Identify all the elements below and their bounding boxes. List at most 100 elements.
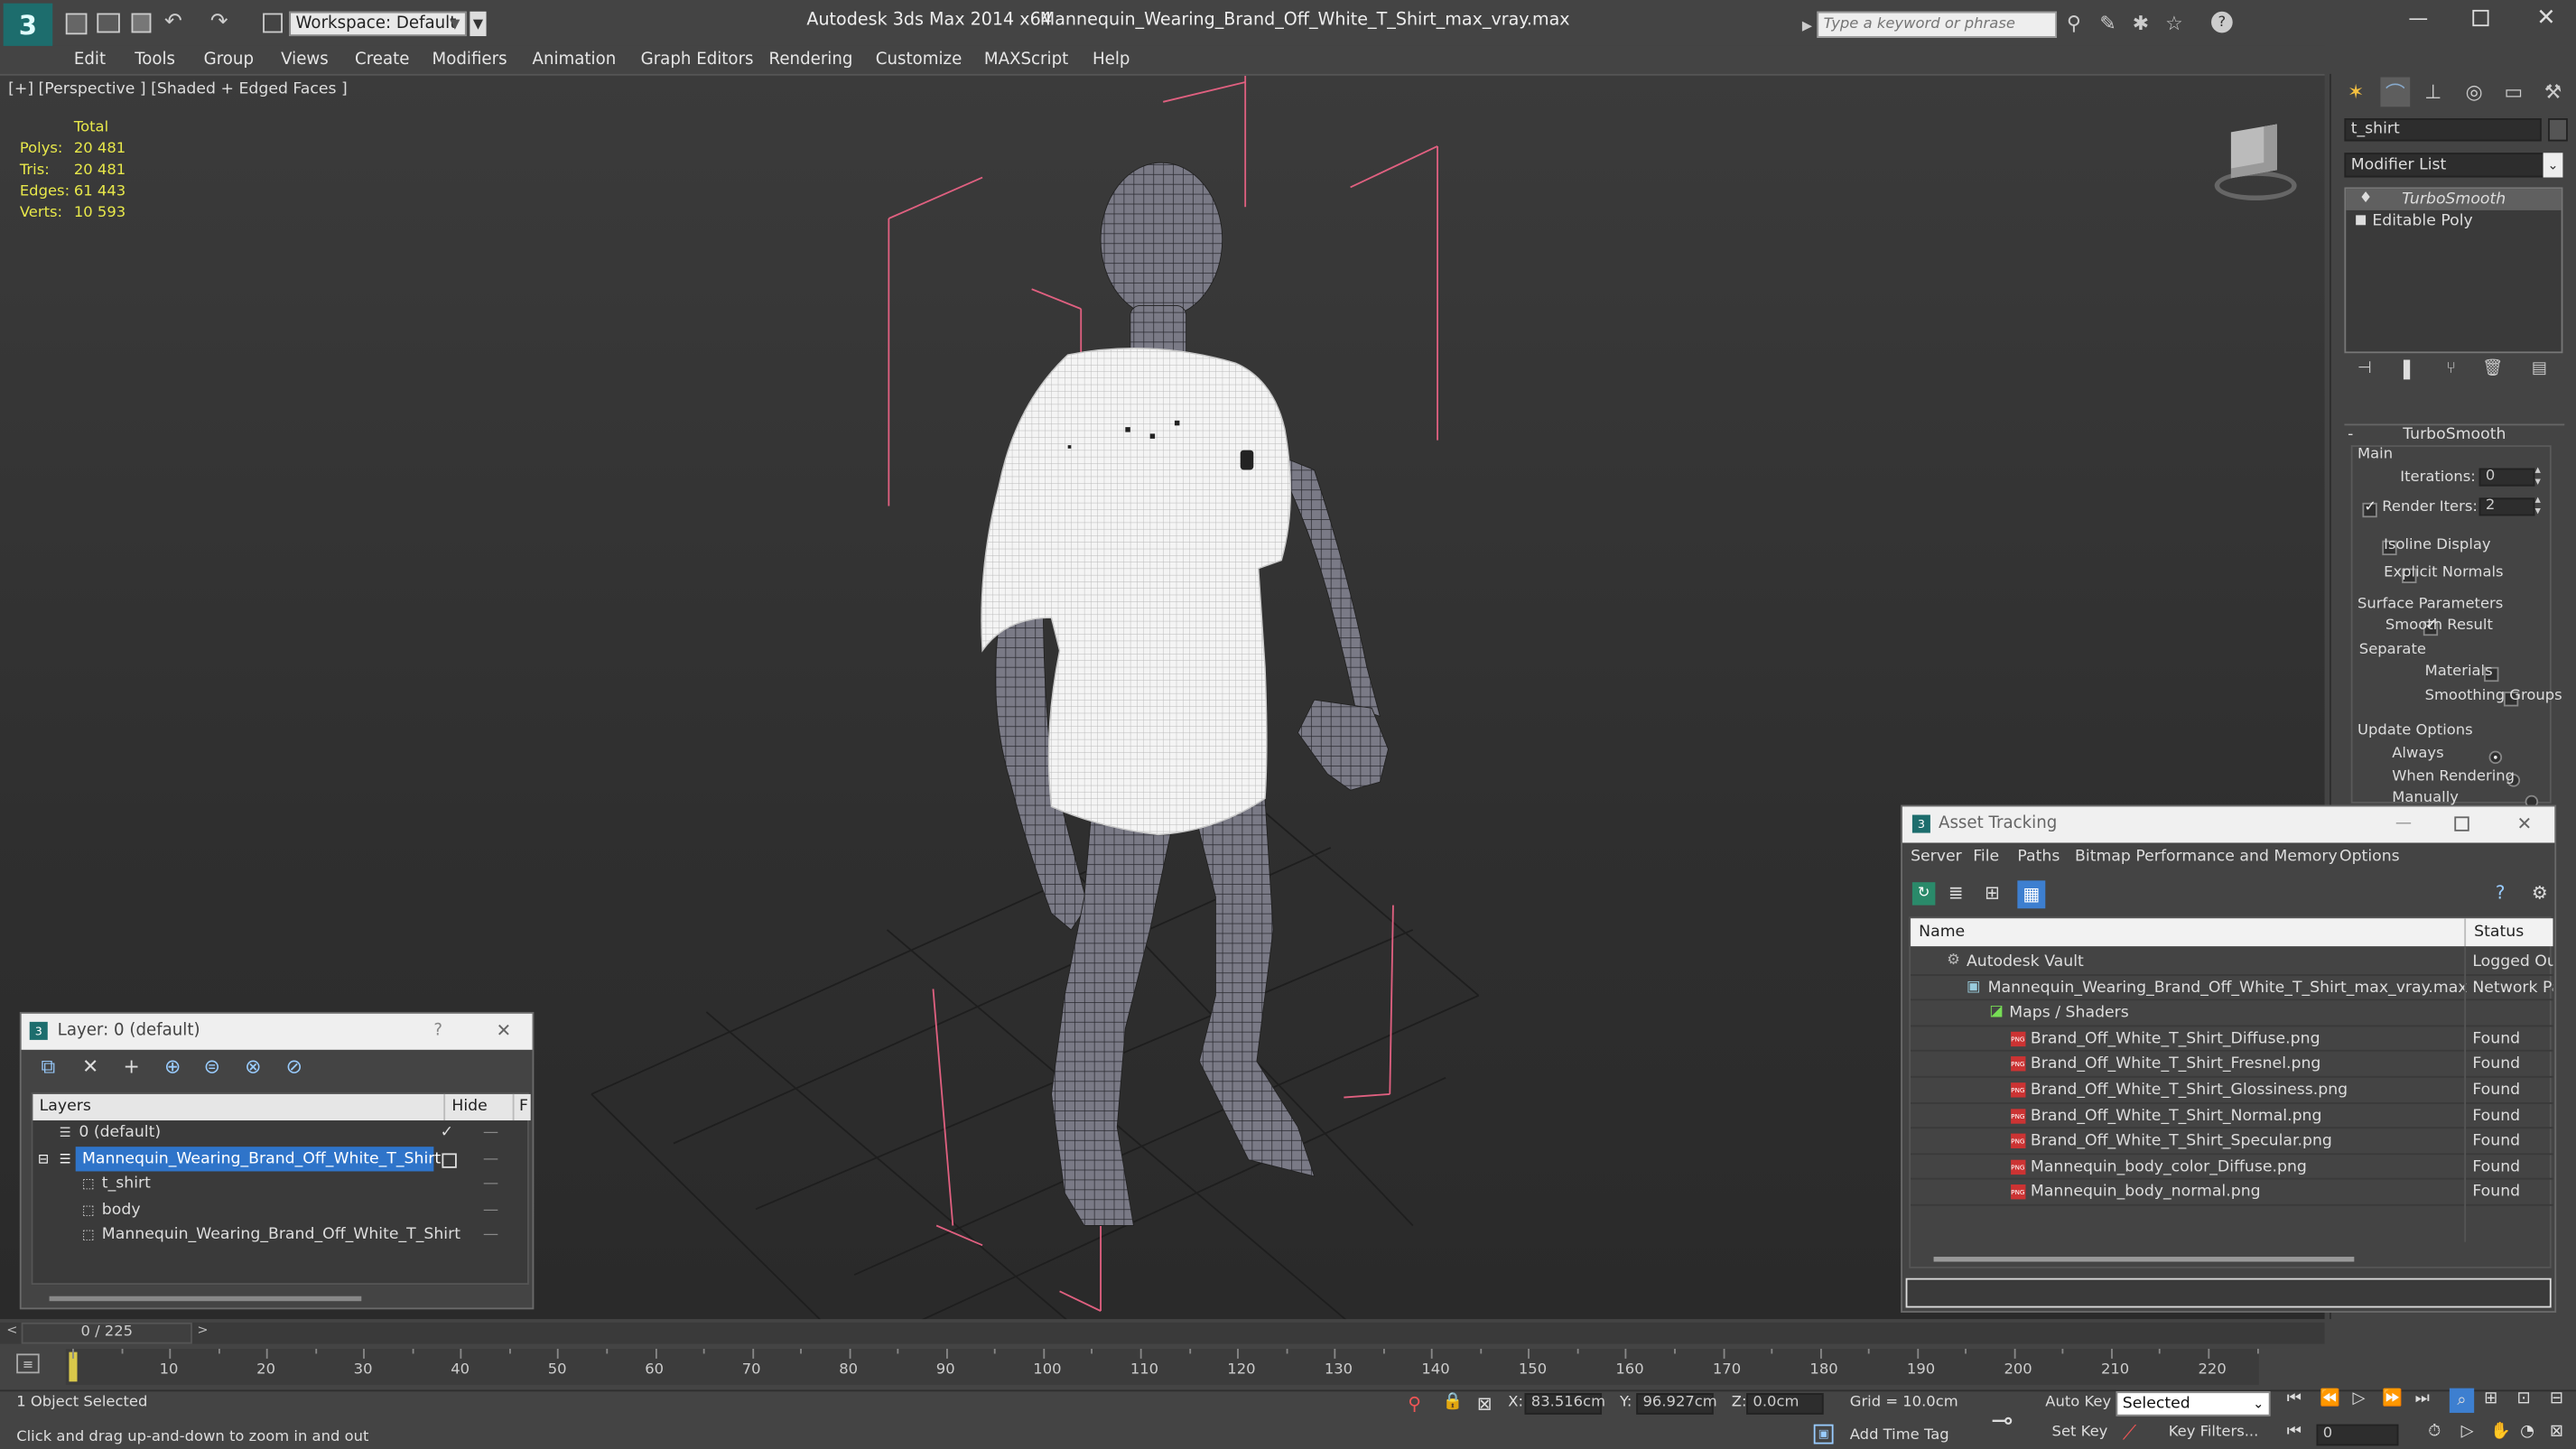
- communication-icon[interactable]: ✱: [2133, 12, 2149, 34]
- go-to-start-icon[interactable]: ⏮: [2287, 1389, 2302, 1407]
- highlight-layer-icon[interactable]: ⊗: [245, 1054, 261, 1077]
- z-coordinate-field[interactable]: 0.0cm: [1746, 1393, 1824, 1415]
- asset-row[interactable]: ⚙ Autodesk Vault Logged Ou: [1911, 950, 2553, 976]
- hierarchy-tab-icon[interactable]: ⊥: [2418, 78, 2448, 107]
- utilities-tab-icon[interactable]: ⚒: [2538, 78, 2568, 107]
- menu-graph-editors[interactable]: Graph Editors: [641, 46, 754, 74]
- help-icon[interactable]: ?: [2496, 882, 2506, 904]
- orbit-icon[interactable]: ◔: [2520, 1423, 2534, 1441]
- set-key-button[interactable]: Set Key: [2052, 1425, 2108, 1441]
- modify-tab-icon[interactable]: ⌒: [2380, 77, 2411, 107]
- absolute-mode-icon[interactable]: ⊠: [1477, 1393, 1493, 1415]
- col-hide[interactable]: Hide: [443, 1093, 512, 1121]
- select-objects-icon[interactable]: ⊜: [204, 1054, 220, 1077]
- isolate-icon[interactable]: ⚲: [1408, 1393, 1421, 1415]
- zoom-all-icon[interactable]: ⊞: [2484, 1389, 2497, 1407]
- auto-key-button[interactable]: Auto Key: [2045, 1395, 2111, 1411]
- search-input[interactable]: [1817, 11, 2058, 38]
- layer-row[interactable]: ⬚ body —: [33, 1198, 530, 1223]
- x-coordinate-field[interactable]: 83.516cm: [1524, 1393, 1605, 1415]
- col-f[interactable]: F: [512, 1093, 528, 1121]
- close-icon[interactable]: ✕: [496, 1014, 511, 1050]
- open-file-icon[interactable]: [97, 13, 120, 33]
- layer-row[interactable]: ⬚ Mannequin_Wearing_Brand_Off_White_T_Sh…: [33, 1222, 530, 1248]
- hide-toggle[interactable]: —: [483, 1171, 498, 1196]
- asset-row[interactable]: ▣ Mannequin_Wearing_Brand_Off_White_T_Sh…: [1911, 975, 2553, 1001]
- key-filters-button[interactable]: Key Filters...: [2169, 1425, 2259, 1441]
- binoculars-icon[interactable]: ⚲: [2067, 12, 2081, 34]
- stack-item-turbosmooth[interactable]: ♦ TurboSmooth: [2346, 189, 2562, 210]
- collapse-icon[interactable]: ⊟: [38, 1147, 49, 1172]
- y-coordinate-field[interactable]: 96.927cm: [1636, 1393, 1717, 1415]
- current-frame-field[interactable]: 0: [2316, 1424, 2399, 1446]
- motion-tab-icon[interactable]: ◎: [2460, 78, 2489, 107]
- time-slider[interactable]: < 0 / 225 >: [0, 1322, 2325, 1344]
- add-layer-icon[interactable]: +: [123, 1054, 139, 1077]
- hide-toggle[interactable]: —: [483, 1147, 498, 1172]
- menu-modifiers[interactable]: Modifiers: [432, 46, 507, 74]
- layer-row[interactable]: ⬚ t_shirt —: [33, 1171, 530, 1196]
- prev-frame-icon[interactable]: <: [6, 1323, 17, 1337]
- minimize-icon[interactable]: —: [2395, 806, 2412, 842]
- spinner-arrows-icon[interactable]: ▴ ▾: [2534, 464, 2540, 488]
- turbosmooth-rollout-header[interactable]: - TurboSmooth: [2344, 423, 2565, 443]
- toolbar-overflow-icon[interactable]: ▼: [470, 11, 487, 37]
- asset-row[interactable]: ◪ Maps / Shaders: [1911, 1001, 2553, 1026]
- close-icon[interactable]: ✕: [2516, 806, 2532, 842]
- zoom-icon[interactable]: ⌕: [2449, 1388, 2475, 1413]
- render-iters-checkbox[interactable]: [2362, 499, 2377, 518]
- layer-dialog-title-bar[interactable]: 3 Layer: 0 (default) ? ✕: [21, 1013, 533, 1050]
- asset-row[interactable]: PNG Brand_Off_White_T_Shirt_Specular.png…: [1911, 1129, 2553, 1155]
- search-arrow-icon[interactable]: ▶: [1800, 14, 1814, 36]
- table-view-icon[interactable]: ▦: [2017, 880, 2046, 909]
- track-bar[interactable]: 10 20 30 40 50 60 70 80 90 100 110 120 130 140 150 160 1…: [65, 1348, 2259, 1386]
- pin-stack-icon[interactable]: ⊣: [2357, 360, 2372, 378]
- workspace-dropdown[interactable]: Workspace: Default ▼: [289, 11, 467, 37]
- lightbulb-icon[interactable]: ♦: [2359, 189, 2373, 210]
- menu-create[interactable]: Create: [355, 46, 409, 74]
- modifier-list-dropdown[interactable]: Modifier List ⌄: [2344, 153, 2563, 178]
- menu-group[interactable]: Group: [204, 46, 254, 74]
- menu-tools[interactable]: Tools: [135, 46, 175, 74]
- asset-row[interactable]: PNG Mannequin_body_normal.png Found: [1911, 1180, 2553, 1206]
- help-icon[interactable]: ?: [433, 1014, 442, 1050]
- pan-view-icon[interactable]: ✋: [2490, 1423, 2511, 1441]
- key-mode-toggle-icon[interactable]: ⏮: [2287, 1423, 2302, 1441]
- horizontal-scrollbar[interactable]: [1933, 1257, 2355, 1262]
- app-logo-icon[interactable]: 3: [3, 3, 53, 46]
- next-frame-icon[interactable]: ⏩: [2382, 1389, 2403, 1407]
- menu-help[interactable]: Help: [1093, 46, 1130, 74]
- redo-icon[interactable]: ↷: [210, 10, 228, 34]
- asset-row[interactable]: PNG Brand_Off_White_T_Shirt_Glossiness.p…: [1911, 1078, 2553, 1104]
- layer-row[interactable]: ☰ 0 (default) ✓ —: [33, 1120, 530, 1146]
- help-icon[interactable]: ?: [2211, 11, 2233, 33]
- menu-customize[interactable]: Customize: [876, 46, 963, 74]
- menu-rendering[interactable]: Rendering: [769, 46, 853, 74]
- menu-maxscript[interactable]: MAXScript: [984, 46, 1068, 74]
- asset-row[interactable]: PNG Mannequin_body_color_Diffuse.png Fou…: [1911, 1155, 2553, 1181]
- menu-options[interactable]: Options: [2339, 848, 2400, 866]
- remove-modifier-icon[interactable]: 🗑: [2482, 360, 2503, 378]
- hide-toggle[interactable]: —: [483, 1222, 498, 1248]
- menu-server[interactable]: Server: [1911, 848, 1962, 866]
- field-of-view-icon[interactable]: ▷: [2461, 1423, 2474, 1441]
- object-name-field[interactable]: t_shirt: [2344, 118, 2542, 142]
- col-layers[interactable]: Layers: [40, 1094, 91, 1120]
- asset-row[interactable]: PNG Brand_Off_White_T_Shirt_Fresnel.png …: [1911, 1052, 2553, 1078]
- minimize-icon[interactable]: —: [2408, 6, 2428, 29]
- lock-selection-icon[interactable]: 🔒: [1443, 1393, 1464, 1411]
- menu-file[interactable]: File: [1973, 848, 1999, 866]
- asset-path-field[interactable]: [1905, 1277, 2552, 1308]
- object-color-swatch[interactable]: [2548, 118, 2568, 142]
- favorites-icon[interactable]: ☆: [2165, 12, 2183, 34]
- refresh-icon[interactable]: ↻: [1911, 882, 1936, 906]
- undo-icon[interactable]: ↶: [164, 10, 182, 34]
- show-end-result-icon[interactable]: [2403, 359, 2411, 380]
- viewcube[interactable]: [2205, 122, 2301, 208]
- asset-row[interactable]: PNG Brand_Off_White_T_Shirt_Diffuse.png …: [1911, 1026, 2553, 1053]
- settings-icon[interactable]: ⚙: [2532, 882, 2548, 904]
- time-slider-thumb[interactable]: 0 / 225: [21, 1322, 192, 1344]
- stack-item-editable-poly[interactable]: Editable Poly: [2346, 210, 2561, 232]
- asset-row[interactable]: PNG Brand_Off_White_T_Shirt_Normal.png F…: [1911, 1103, 2553, 1129]
- close-icon[interactable]: ✕: [2536, 5, 2555, 31]
